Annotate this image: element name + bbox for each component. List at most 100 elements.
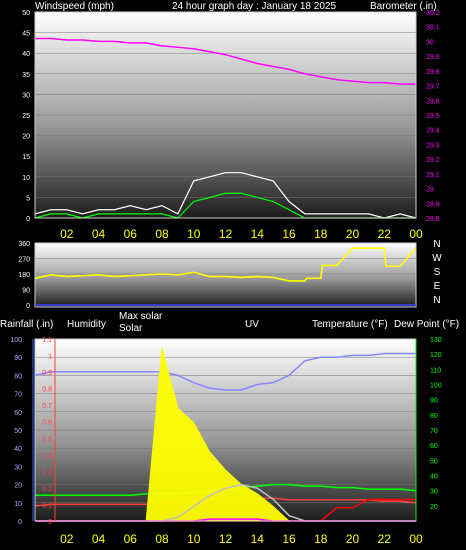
humidity-y-tick: 60 (14, 410, 22, 417)
rainfall-axis-label: Rainfall (.in) (0, 319, 53, 330)
x-tick-label-top: 08 (155, 227, 169, 241)
rain-y-tick: 0.5 (42, 436, 52, 443)
barometer-y-tick: 30.1 (426, 25, 440, 32)
barometer-y-tick: 29.5 (426, 113, 440, 120)
barometer-y-tick: 29 (426, 187, 434, 194)
temperature-y-tick: 110 (430, 367, 441, 374)
wind-y-tick: 5 (26, 195, 30, 202)
wind-y-tick: 40 (22, 51, 30, 58)
temperature-y-tick: 100 (430, 383, 442, 390)
x-tick-label-top: 12 (219, 227, 233, 241)
x-tick-label-bottom: 18 (314, 532, 328, 546)
barometer-y-tick: 29.3 (426, 142, 440, 149)
temperature-y-tick: 90 (430, 398, 438, 405)
humidity-y-tick: 30 (14, 464, 22, 471)
temperature-y-tick: 60 (430, 443, 438, 450)
humidity-y-tick: 0 (18, 519, 22, 526)
direction-label: E (434, 281, 441, 292)
x-tick-label-bottom: 00 (409, 532, 423, 546)
barometer-y-tick: 28.9 (426, 201, 440, 208)
windspeed-axis-label: Windspeed (mph) (35, 1, 114, 12)
wind-y-tick: 15 (22, 154, 30, 161)
barometer-y-tick: 29.6 (426, 98, 440, 105)
barometer-y-tick: 29.2 (426, 157, 440, 164)
x-tick-label-bottom: 14 (251, 532, 265, 546)
temperature-y-tick: 50 (430, 458, 438, 465)
x-tick-label-bottom: 10 (187, 532, 201, 546)
barometer-y-tick: 28.8 (426, 216, 440, 223)
humidity-y-tick: 10 (14, 501, 22, 508)
direction-y-tick: 180 (18, 272, 30, 279)
wind-y-tick: 30 (22, 92, 30, 99)
temperature-y-tick: 70 (430, 428, 438, 435)
barometer-y-tick: 29.9 (426, 54, 440, 61)
max-solar-label: Max solar (119, 311, 163, 322)
humidity-y-tick: 70 (14, 392, 22, 399)
rain-y-tick: 0.8 (42, 387, 52, 394)
humidity-axis-label: Humidity (67, 319, 106, 330)
wind-y-tick: 10 (22, 175, 30, 182)
wind-y-tick: 25 (22, 113, 30, 120)
direction-label: S (434, 267, 441, 278)
x-tick-label-bottom: 20 (346, 532, 360, 546)
barometer-y-tick: 29.1 (426, 172, 440, 179)
humidity-y-tick: 40 (14, 446, 22, 453)
weather-graph: Windspeed (mph) 24 hour graph day : Janu… (0, 0, 466, 550)
direction-label: N (433, 295, 440, 306)
x-tick-label-bottom: 08 (155, 532, 169, 546)
solar-label: Solar (119, 323, 143, 334)
rain-y-tick: 0.2 (42, 486, 52, 493)
rain-y-tick: 0.9 (42, 370, 52, 377)
x-tick-label-top: 04 (92, 227, 106, 241)
temperature-y-tick: 120 (430, 352, 442, 359)
x-tick-label-top: 06 (124, 227, 138, 241)
direction-label: W (432, 253, 442, 264)
rain-y-tick: 0.7 (42, 403, 52, 410)
wind-y-tick: 0 (26, 216, 30, 223)
x-tick-label-top: 14 (251, 227, 265, 241)
humidity-y-tick: 80 (14, 373, 22, 380)
chart-title: 24 hour graph day : January 18 2025 (172, 1, 336, 12)
direction-y-tick: 90 (22, 288, 30, 295)
wind-y-tick: 20 (22, 134, 30, 141)
rain-y-tick: 0 (48, 519, 52, 526)
rain-y-tick: 0.4 (42, 453, 52, 460)
barometer-y-tick: 30.2 (426, 10, 440, 17)
humidity-y-tick: 100 (10, 337, 22, 344)
x-tick-label-top: 18 (314, 227, 328, 241)
x-tick-label-top: 22 (378, 227, 392, 241)
rain-y-tick: 0.3 (42, 469, 52, 476)
temperature-y-tick: 20 (430, 504, 438, 511)
dewpoint-axis-label: Dew Point (°F) (394, 319, 459, 330)
temperature-y-tick: 130 (430, 337, 442, 344)
x-tick-label-top: 16 (282, 227, 296, 241)
rain-y-tick: 1.1 (42, 337, 52, 344)
wind-y-tick: 50 (22, 10, 30, 17)
x-tick-label-bottom: 04 (92, 532, 106, 546)
x-tick-label-top: 02 (60, 227, 74, 241)
humidity-y-tick: 90 (14, 355, 22, 362)
rain-y-tick: 0.1 (42, 502, 52, 509)
barometer-y-tick: 29.8 (426, 69, 440, 76)
rain-y-tick: 1 (48, 354, 52, 361)
barometer-y-tick: 29.7 (426, 84, 440, 91)
x-tick-label-top: 20 (346, 227, 360, 241)
wind-y-tick: 45 (22, 31, 30, 38)
chart-canvas: Windspeed (mph) 24 hour graph day : Janu… (0, 1, 459, 546)
direction-y-tick: 0 (26, 303, 30, 310)
x-tick-label-bottom: 22 (378, 532, 392, 546)
direction-y-tick: 270 (18, 257, 30, 264)
x-tick-label-top: 10 (187, 227, 201, 241)
barometer-y-tick: 30 (426, 39, 434, 46)
humidity-y-tick: 50 (14, 428, 22, 435)
temperature-y-tick: 40 (430, 474, 438, 481)
rain-y-tick: 0.6 (42, 420, 52, 427)
temperature-axis-label: Temperature (°F) (312, 319, 388, 330)
barometer-y-tick: 29.4 (426, 128, 440, 135)
uv-label: UV (245, 319, 259, 330)
x-tick-label-top: 00 (409, 227, 423, 241)
wind-y-tick: 35 (22, 72, 30, 79)
direction-label: N (433, 239, 440, 250)
x-tick-label-bottom: 16 (282, 532, 296, 546)
temperature-y-tick: 80 (430, 413, 438, 420)
